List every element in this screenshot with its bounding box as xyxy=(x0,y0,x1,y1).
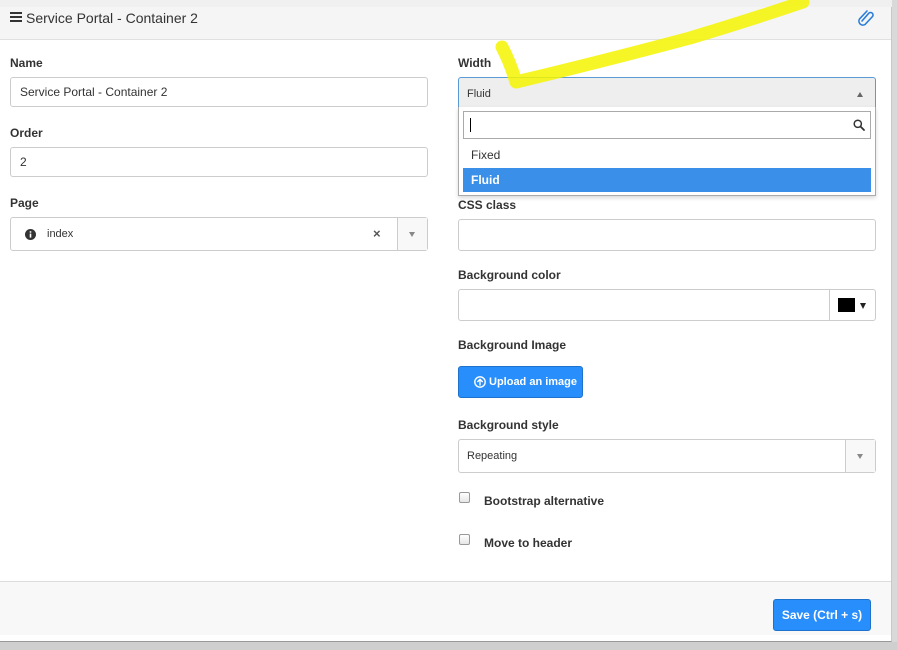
chevron-up-icon xyxy=(857,92,863,97)
right-shadow xyxy=(892,0,897,650)
name-label: Name xyxy=(10,56,43,70)
info-icon xyxy=(25,229,36,240)
search-icon xyxy=(853,119,865,131)
css-class-label: CSS class xyxy=(458,198,517,212)
page-label: Page xyxy=(10,196,39,210)
order-input[interactable]: 2 xyxy=(10,147,428,177)
background-color-label: Background color xyxy=(458,268,561,282)
upload-image-label: Upload an image xyxy=(489,376,578,388)
upload-icon xyxy=(474,376,486,388)
modal-header: Service Portal - Container 2 xyxy=(0,7,891,40)
text-cursor xyxy=(470,118,471,132)
width-label: Width xyxy=(458,56,492,70)
modal-title: Service Portal - Container 2 xyxy=(26,10,198,26)
color-swatch xyxy=(838,298,855,312)
width-select[interactable]: Fluid xyxy=(458,77,876,107)
move-to-header-checkbox[interactable] xyxy=(459,534,470,545)
modal-footer xyxy=(0,581,891,635)
bootstrap-alternative-checkbox[interactable] xyxy=(459,492,470,503)
background-style-select[interactable]: Repeating xyxy=(458,439,876,473)
background-color-input[interactable] xyxy=(458,289,876,321)
background-image-label: Background Image xyxy=(458,338,567,352)
upload-image-button[interactable]: Upload an image xyxy=(458,366,583,398)
chevron-down-icon xyxy=(857,454,863,459)
chevron-down-icon xyxy=(409,232,415,237)
width-option-fluid[interactable]: Fluid xyxy=(463,168,871,192)
order-label: Order xyxy=(10,126,43,140)
width-search-input[interactable] xyxy=(463,111,871,139)
css-class-input[interactable] xyxy=(458,219,876,251)
page-select[interactable]: index × xyxy=(10,217,428,251)
color-picker-button[interactable] xyxy=(829,290,875,320)
background-style-label: Background style xyxy=(458,418,559,432)
save-button[interactable]: Save (Ctrl + s) xyxy=(773,599,871,631)
background-style-value: Repeating xyxy=(467,450,518,462)
chevron-down-icon xyxy=(860,303,866,309)
bootstrap-alternative-label: Bootstrap alternative xyxy=(484,494,605,508)
top-strip xyxy=(0,0,897,7)
page-select-toggle[interactable] xyxy=(397,218,427,250)
width-option-fixed[interactable]: Fixed xyxy=(463,143,871,167)
background-style-toggle[interactable] xyxy=(845,440,875,472)
paperclip-icon[interactable] xyxy=(856,7,876,27)
move-to-header-label: Move to header xyxy=(484,536,573,550)
name-input[interactable]: Service Portal - Container 2 xyxy=(10,77,428,107)
width-dropdown: Fixed Fluid xyxy=(458,107,876,196)
menu-icon[interactable] xyxy=(10,11,22,23)
page-select-value: index xyxy=(47,228,74,240)
bottom-shadow xyxy=(0,642,897,650)
clear-selection-icon[interactable]: × xyxy=(373,218,381,250)
width-select-value: Fluid xyxy=(467,88,491,100)
